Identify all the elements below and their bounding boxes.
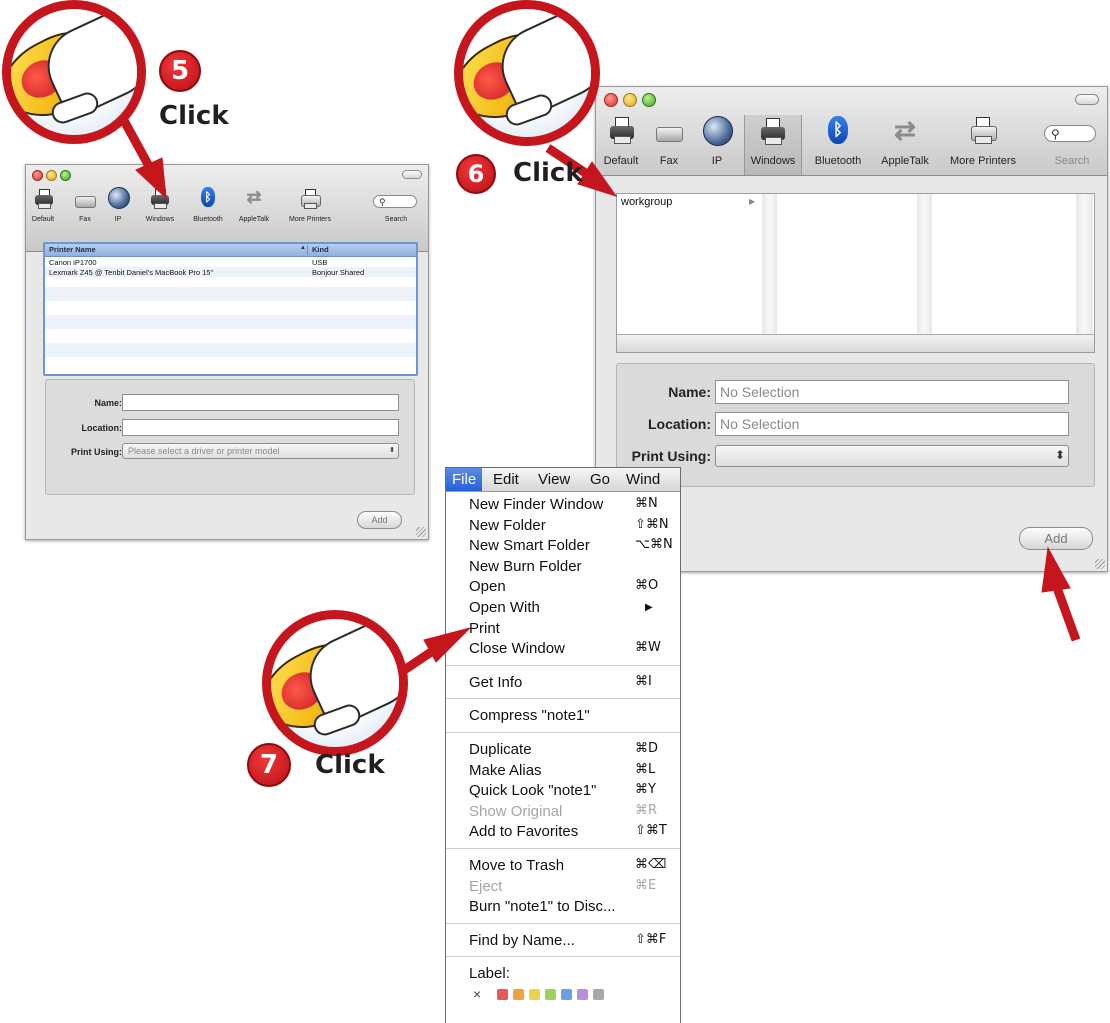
step-label: Click — [159, 101, 229, 131]
step-label: Click — [513, 158, 583, 188]
step-badge: 6 — [456, 154, 496, 194]
step-badge: 7 — [247, 743, 291, 787]
callout-arrows — [106, 92, 1081, 724]
mouse-click-illustration — [2, 0, 146, 144]
step-label: Click — [315, 750, 385, 780]
mouse-click-illustration — [262, 610, 408, 756]
arrowhead-icon — [1041, 546, 1071, 593]
mouse-click-illustration — [454, 0, 600, 146]
arrow-to-add-button — [1051, 583, 1081, 642]
step-badge: 5 — [159, 50, 201, 92]
arrowhead-icon — [135, 157, 167, 200]
